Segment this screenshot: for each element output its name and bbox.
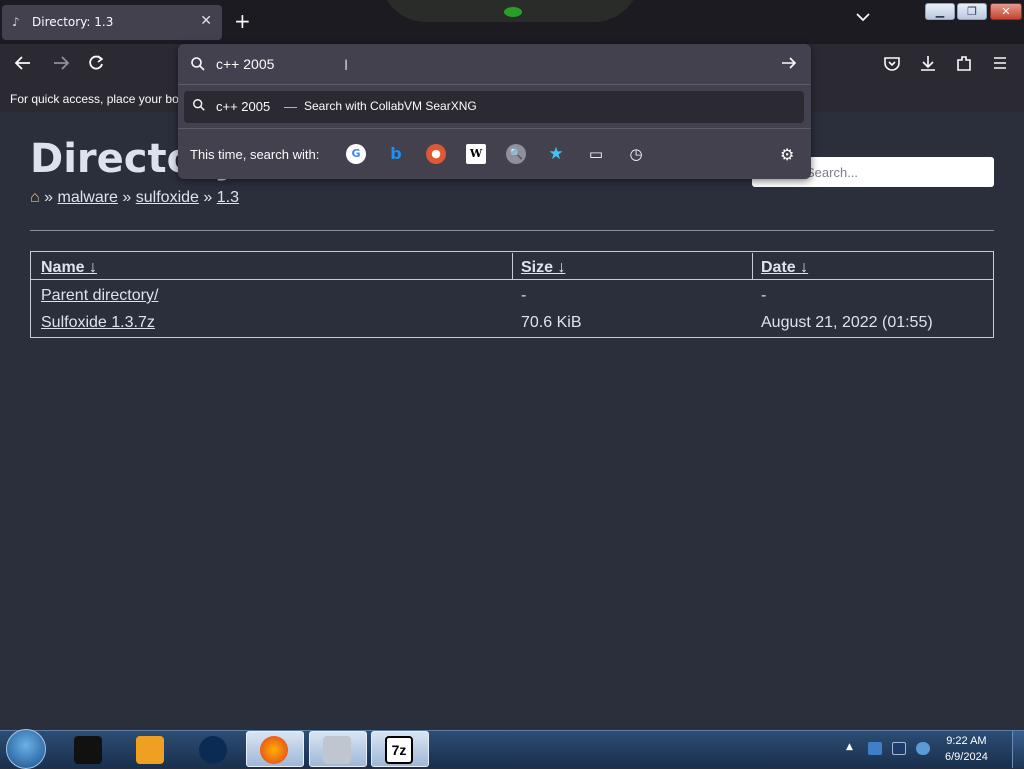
row-size: 70.6 KiB xyxy=(521,314,582,331)
window-minimize-button[interactable]: ▁ xyxy=(925,3,955,20)
google-engine-icon[interactable]: G xyxy=(346,144,366,164)
forward-arrow-icon[interactable] xyxy=(52,54,70,72)
bookmarks-hint: For quick access, place your boo xyxy=(10,92,186,106)
tab-close-icon[interactable]: ✕ xyxy=(200,13,212,29)
wikipedia-engine-icon[interactable]: W xyxy=(466,144,486,164)
search-icon xyxy=(191,57,205,71)
firefox-icon[interactable] xyxy=(260,736,288,764)
extensions-icon[interactable] xyxy=(955,54,973,72)
7zip-icon[interactable]: 7z xyxy=(385,736,413,764)
header-divider xyxy=(31,279,993,280)
suggestion-query: c++ 2005 xyxy=(216,99,271,114)
column-separator xyxy=(752,253,753,279)
row-date: August 21, 2022 (01:55) xyxy=(761,314,933,331)
clock-date: 6/9/2024 xyxy=(945,751,988,763)
pocket-icon[interactable] xyxy=(883,54,901,72)
tab-title: Directory: 1.3 xyxy=(32,15,114,29)
tab-directory[interactable]: ♪ Directory: 1.3 ✕ xyxy=(2,5,222,40)
go-arrow-icon[interactable] xyxy=(780,54,798,72)
duckduckgo-engine-icon[interactable]: ● xyxy=(426,144,446,164)
header-name[interactable]: Name ↓ xyxy=(41,259,97,277)
menu-hamburger-icon[interactable] xyxy=(991,54,1009,72)
row-name-link[interactable]: Sulfoxide 1.3.7z xyxy=(41,314,155,332)
home-icon[interactable]: ⌂ xyxy=(30,189,40,206)
tab-favicon-icon: ♪ xyxy=(12,15,20,29)
globe-icon[interactable] xyxy=(199,736,227,764)
breadcrumb-separator: » xyxy=(203,189,213,206)
tray-volume-icon[interactable] xyxy=(916,742,930,755)
column-separator xyxy=(512,253,513,279)
clock-time: 9:22 AM xyxy=(946,735,987,747)
reload-icon[interactable] xyxy=(87,54,105,72)
breadcrumb-sulfoxide[interactable]: sulfoxide xyxy=(136,189,199,206)
row-name-link[interactable]: Parent directory/ xyxy=(41,287,158,305)
breadcrumb-separator: » xyxy=(44,189,54,206)
back-arrow-icon[interactable] xyxy=(14,54,32,72)
media-icon[interactable] xyxy=(74,736,102,764)
control-panel-icon[interactable] xyxy=(323,736,351,764)
tray-network-icon[interactable] xyxy=(868,742,882,755)
bookmarks-star-icon[interactable]: ★ xyxy=(546,144,566,164)
suggestion-dash: — xyxy=(284,99,297,114)
search-placeholder: Search... xyxy=(806,165,859,180)
taskbar-clock[interactable]: 9:22 AM 6/9/2024 xyxy=(945,733,988,765)
window-restore-button[interactable]: ❐ xyxy=(957,3,987,20)
search-settings-gear-icon[interactable]: ⚙ xyxy=(780,145,794,164)
breadcrumb-1-3[interactable]: 1.3 xyxy=(217,189,239,206)
decoration-eye-icon xyxy=(504,7,522,17)
window-close-button[interactable]: ✕ xyxy=(990,3,1022,20)
breadcrumb-malware[interactable]: malware xyxy=(57,189,117,206)
one-off-search-label: This time, search with: xyxy=(190,147,320,162)
header-date[interactable]: Date ↓ xyxy=(761,259,808,277)
directory-table: Name ↓ Size ↓ Date ↓ Parent directory/ -… xyxy=(30,251,994,338)
search-suggestion-row[interactable]: c++ 2005 — Search with CollabVM SearXNG xyxy=(184,91,804,123)
text-cursor-icon: I xyxy=(344,58,349,74)
start-button[interactable] xyxy=(6,729,46,769)
searxng-engine-icon[interactable]: 🔍 xyxy=(506,144,526,164)
search-icon xyxy=(193,99,205,111)
header-size[interactable]: Size ↓ xyxy=(521,259,565,277)
row-size: - xyxy=(521,287,527,304)
tabs-icon[interactable]: ▭ xyxy=(586,144,606,164)
list-all-tabs-chevron-icon[interactable] xyxy=(856,12,870,22)
panel-divider xyxy=(178,128,811,129)
new-tab-button[interactable]: + xyxy=(234,10,251,32)
downloads-icon[interactable] xyxy=(919,54,937,72)
player-icon[interactable] xyxy=(136,736,164,764)
url-input[interactable]: c++ 2005 xyxy=(216,56,274,72)
bing-engine-icon[interactable]: b xyxy=(386,144,406,164)
suggestion-engine: Search with CollabVM SearXNG xyxy=(304,99,477,113)
show-desktop-button[interactable] xyxy=(1012,731,1024,768)
breadcrumb-separator: » xyxy=(122,189,132,206)
row-date: - xyxy=(761,287,767,304)
url-divider xyxy=(178,84,811,85)
divider xyxy=(30,230,994,231)
history-clock-icon[interactable]: ◷ xyxy=(626,144,646,164)
tray-display-icon[interactable] xyxy=(892,742,906,755)
tray-expand-icon[interactable]: ▲ xyxy=(846,742,853,752)
breadcrumb: ⌂ » malware » sulfoxide » 1.3 xyxy=(30,189,239,207)
